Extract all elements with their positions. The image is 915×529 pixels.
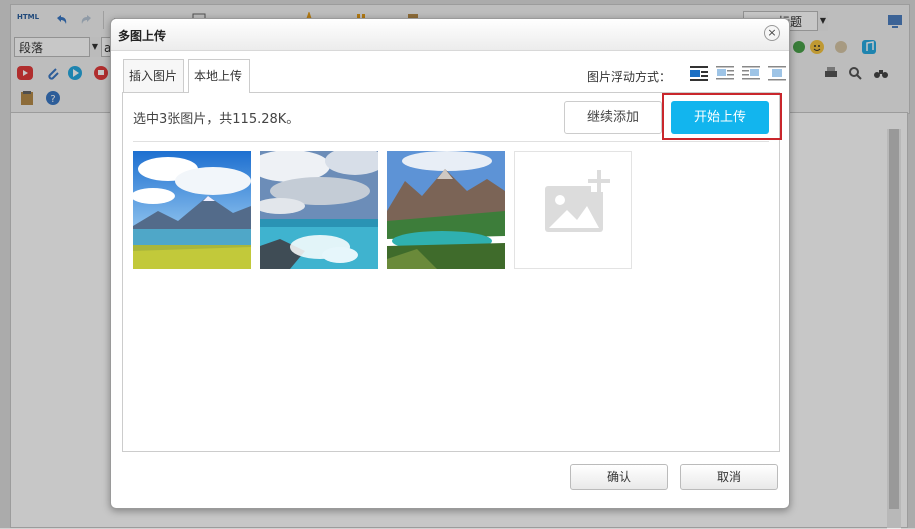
tab-local-upload[interactable]: 本地上传	[188, 59, 250, 93]
tab-insert-image[interactable]: 插入图片	[123, 59, 184, 92]
multi-image-upload-dialog: 多图上传 × 插入图片 本地上传 图片浮动方式： 选中3张图片，共115.28K…	[110, 18, 790, 509]
float-none-icon[interactable]	[689, 65, 709, 83]
upload-panel: 选中3张图片，共115.28K。 继续添加 开始上传	[122, 92, 782, 452]
upload-status-text: 选中3张图片，共115.28K。	[133, 112, 300, 127]
close-icon[interactable]: ×	[764, 25, 780, 41]
image-thumbnail-lake-mountains[interactable]	[133, 151, 251, 269]
confirm-button[interactable]: 确认	[570, 464, 668, 490]
dialog-header: 多图上传 ×	[111, 19, 789, 51]
dialog-title: 多图上传	[118, 29, 167, 43]
lake-mountains-image	[133, 151, 251, 269]
float-left-icon[interactable]	[715, 65, 735, 83]
float-center-icon[interactable]	[767, 65, 787, 83]
start-upload-button[interactable]: 开始上传	[671, 101, 769, 134]
float-right-icon[interactable]	[741, 65, 761, 83]
image-thumbnail-mountain-lake[interactable]	[387, 151, 505, 269]
mountain-lake-image	[387, 151, 505, 269]
add-image-placeholder[interactable]	[514, 151, 632, 269]
cancel-button[interactable]: 取消	[680, 464, 778, 490]
continue-add-button[interactable]: 继续添加	[564, 101, 662, 134]
panel-divider	[133, 141, 769, 142]
image-thumbnail-ocean-waves[interactable]	[260, 151, 378, 269]
float-mode-label: 图片浮动方式：	[586, 70, 671, 84]
add-image-icon	[545, 170, 610, 232]
ocean-waves-image	[260, 151, 378, 269]
